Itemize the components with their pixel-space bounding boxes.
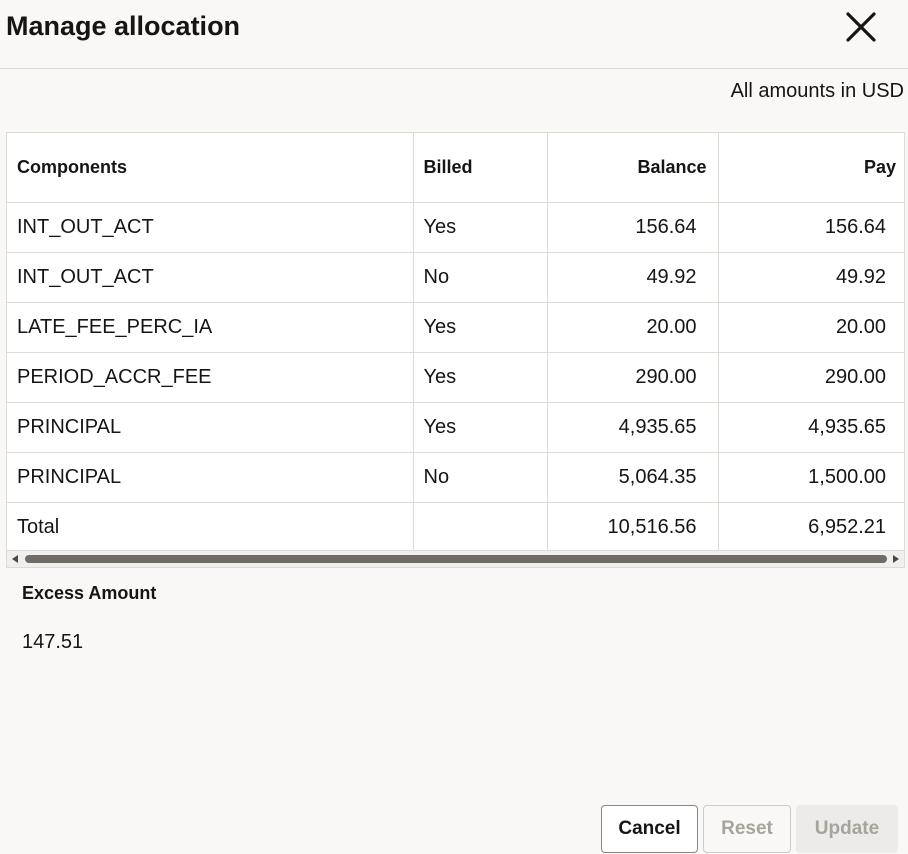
pay-cell[interactable]: 4,935.65 bbox=[718, 402, 904, 453]
billed-cell: Yes bbox=[413, 402, 548, 453]
pay-cell[interactable]: 1,500.00 bbox=[718, 452, 904, 503]
currency-note: All amounts in USD bbox=[730, 80, 904, 102]
table-row[interactable]: LATE_FEE_PERC_IA Yes 20.00 20.00 bbox=[7, 302, 904, 353]
table-row[interactable]: INT_OUT_ACT No 49.92 49.92 bbox=[7, 252, 904, 303]
billed-cell: Yes bbox=[413, 302, 548, 353]
balance-cell: 156.64 bbox=[547, 202, 719, 253]
component-cell: LATE_FEE_PERC_IA bbox=[7, 302, 414, 353]
total-pay: 6,952.21 bbox=[808, 516, 886, 538]
table-header-row: Components Billed Balance Pay bbox=[7, 133, 904, 203]
excess-amount-value: 147.51 bbox=[22, 631, 84, 653]
reset-button[interactable]: Reset bbox=[703, 805, 791, 853]
balance-cell: 49.92 bbox=[547, 252, 719, 303]
manage-allocation-dialog: Manage allocation All amounts in USD Com… bbox=[0, 0, 908, 854]
table-row[interactable]: PRINCIPAL Yes 4,935.65 4,935.65 bbox=[7, 402, 904, 453]
total-label: Total bbox=[7, 502, 414, 552]
scroll-left-icon[interactable] bbox=[12, 555, 18, 563]
total-billed-cell bbox=[413, 502, 548, 552]
component-cell: INT_OUT_ACT bbox=[7, 202, 414, 253]
horizontal-scrollbar[interactable] bbox=[7, 550, 904, 567]
pay-cell[interactable]: 156.64 bbox=[718, 202, 904, 253]
scrollbar-thumb[interactable] bbox=[25, 555, 887, 563]
column-header-components[interactable]: Components bbox=[7, 133, 414, 203]
billed-cell: Yes bbox=[413, 352, 548, 403]
billed-cell: Yes bbox=[413, 202, 548, 253]
excess-amount-label: Excess Amount bbox=[22, 583, 157, 603]
balance-cell: 20.00 bbox=[547, 302, 719, 353]
table-row[interactable]: INT_OUT_ACT Yes 156.64 156.64 bbox=[7, 202, 904, 253]
billed-cell: No bbox=[413, 252, 548, 303]
component-cell: PRINCIPAL bbox=[7, 402, 414, 453]
table-row[interactable]: PRINCIPAL No 5,064.35 1,500.00 bbox=[7, 452, 904, 503]
update-button[interactable]: Update bbox=[796, 805, 898, 853]
close-button[interactable] bbox=[842, 8, 880, 46]
close-icon bbox=[846, 12, 876, 42]
dialog-header: Manage allocation bbox=[0, 0, 908, 69]
component-cell: PRINCIPAL bbox=[7, 452, 414, 503]
column-header-pay[interactable]: Pay bbox=[718, 133, 904, 203]
table-row[interactable]: PERIOD_ACCR_FEE Yes 290.00 290.00 bbox=[7, 352, 904, 403]
scroll-right-icon[interactable] bbox=[893, 555, 899, 563]
balance-cell: 5,064.35 bbox=[547, 452, 719, 503]
dialog-title: Manage allocation bbox=[6, 11, 241, 41]
total-row: Total 10,516.56 6,952.21 bbox=[7, 502, 904, 552]
column-header-balance[interactable]: Balance bbox=[547, 133, 719, 203]
component-cell: PERIOD_ACCR_FEE bbox=[7, 352, 414, 403]
balance-cell: 4,935.65 bbox=[547, 402, 719, 453]
cancel-button[interactable]: Cancel bbox=[601, 805, 698, 853]
pay-cell[interactable]: 49.92 bbox=[718, 252, 904, 303]
pay-cell[interactable]: 20.00 bbox=[718, 302, 904, 353]
allocation-table: Components Billed Balance Pay INT_OUT_AC… bbox=[7, 133, 904, 552]
pay-cell[interactable]: 290.00 bbox=[718, 352, 904, 403]
allocation-table-container: Components Billed Balance Pay INT_OUT_AC… bbox=[6, 132, 905, 568]
billed-cell: No bbox=[413, 452, 548, 503]
balance-cell: 290.00 bbox=[547, 352, 719, 403]
component-cell: INT_OUT_ACT bbox=[7, 252, 414, 303]
total-balance: 10,516.56 bbox=[547, 502, 719, 552]
column-header-billed[interactable]: Billed bbox=[413, 133, 548, 203]
